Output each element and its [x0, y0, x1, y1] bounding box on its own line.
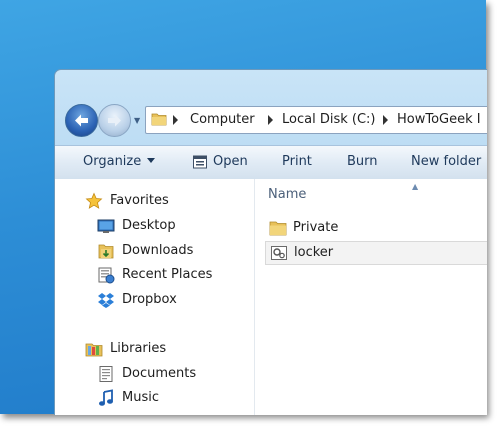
forward-arrow-icon — [108, 114, 121, 127]
star-icon — [85, 192, 103, 209]
nav-item-downloads[interactable]: Downloads — [55, 241, 254, 261]
new-folder-button[interactable]: New folder — [411, 154, 481, 169]
nav-item-music[interactable]: Music — [55, 388, 254, 408]
nav-item-dropbox[interactable]: Dropbox — [55, 290, 254, 310]
file-row-private[interactable]: Private — [265, 217, 487, 239]
open-button[interactable]: Open — [213, 154, 248, 169]
folder-icon — [151, 113, 167, 126]
organize-button[interactable]: Organize — [83, 154, 156, 169]
file-name: Private — [293, 220, 339, 235]
nav-item-label: Documents — [122, 366, 197, 381]
batch-file-icon — [271, 246, 287, 260]
breadcrumb-local-disk[interactable]: Local Disk (C:) — [282, 112, 375, 127]
command-bar: Organize Open Print Burn New folder — [55, 145, 487, 180]
breadcrumb-separator[interactable] — [173, 115, 178, 125]
nav-item-label: Music — [122, 390, 159, 405]
nav-libraries-header[interactable]: Libraries — [55, 339, 254, 359]
nav-item-label: Dropbox — [122, 292, 177, 307]
forward-button[interactable] — [98, 104, 131, 137]
sort-arrow-icon: ▲ — [412, 182, 419, 191]
recent-pages-dropdown[interactable]: ▼ — [134, 116, 140, 125]
back-arrow-icon — [75, 114, 88, 127]
breadcrumb-separator[interactable] — [383, 115, 388, 125]
explorer-window: ▼ Computer Local Disk (C:) HowToGeek I O… — [54, 69, 487, 415]
nav-item-desktop[interactable]: Desktop — [55, 216, 254, 236]
nav-favorites-header[interactable]: Favorites — [55, 191, 254, 211]
back-button[interactable] — [65, 104, 98, 137]
nav-libraries-label: Libraries — [110, 341, 167, 356]
documents-icon — [99, 366, 113, 382]
burn-button[interactable]: Burn — [347, 154, 378, 169]
organize-label: Organize — [83, 154, 142, 169]
breadcrumb-computer[interactable]: Computer — [190, 112, 255, 127]
navigation-pane: Favorites Desktop Downloads Recent Place… — [55, 179, 255, 415]
column-header-name[interactable]: Name — [268, 187, 306, 202]
downloads-icon — [98, 244, 114, 259]
nav-item-label: Downloads — [122, 243, 194, 258]
file-name: locker — [294, 245, 334, 260]
nav-item-label: Recent Places — [122, 267, 213, 282]
nav-favorites-label: Favorites — [110, 193, 169, 208]
file-list-pane: Name ▲ Private locker — [255, 179, 487, 415]
desktop-icon — [97, 219, 115, 233]
address-bar[interactable]: Computer Local Disk (C:) HowToGeek I — [145, 106, 487, 134]
nav-item-documents[interactable]: Documents — [55, 364, 254, 384]
content-area: Favorites Desktop Downloads Recent Place… — [55, 179, 487, 415]
file-row-locker[interactable]: locker — [265, 241, 487, 265]
nav-item-label: Desktop — [122, 218, 176, 233]
recent-places-icon — [98, 267, 115, 284]
chevron-down-icon — [147, 158, 156, 163]
nav-item-recent-places[interactable]: Recent Places — [55, 265, 254, 285]
folder-icon — [269, 221, 287, 236]
dropbox-icon — [98, 293, 114, 308]
print-button[interactable]: Print — [282, 154, 312, 169]
open-icon — [193, 155, 207, 169]
libraries-icon — [85, 343, 103, 357]
music-icon — [99, 389, 113, 406]
breadcrumb-howtogeek[interactable]: HowToGeek I — [397, 112, 481, 127]
breadcrumb-separator[interactable] — [268, 115, 273, 125]
